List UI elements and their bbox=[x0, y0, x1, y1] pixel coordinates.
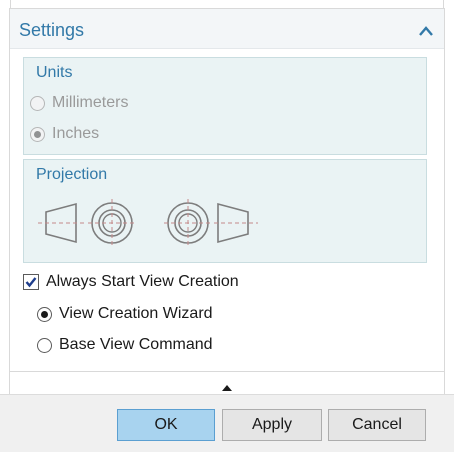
third-angle-projection-icon bbox=[164, 199, 258, 247]
inches-label: Inches bbox=[52, 125, 100, 142]
settings-panel: Settings Units Millimeters Inches Projec… bbox=[9, 8, 445, 372]
inches-option[interactable]: Inches bbox=[30, 122, 99, 146]
view-creation-wizard-label: View Creation Wizard bbox=[59, 305, 213, 322]
view-creation-wizard-radio[interactable] bbox=[37, 306, 52, 322]
projection-title: Projection bbox=[36, 166, 108, 183]
base-view-command-radio[interactable] bbox=[37, 337, 52, 353]
dialog-button-bar: OK Apply Cancel bbox=[0, 394, 454, 452]
more-options-expander bbox=[9, 372, 445, 394]
projection-group: Projection bbox=[23, 159, 427, 263]
first-angle-projection-button[interactable] bbox=[36, 198, 148, 248]
settings-title: Settings bbox=[19, 20, 85, 40]
panel-top-strip bbox=[10, 0, 444, 8]
first-angle-projection-icon bbox=[38, 199, 136, 247]
ok-button[interactable]: OK bbox=[117, 409, 215, 441]
third-angle-projection-button[interactable] bbox=[158, 198, 270, 248]
base-view-command-label: Base View Command bbox=[59, 336, 213, 353]
apply-button[interactable]: Apply bbox=[222, 409, 322, 441]
chevron-up-icon[interactable] bbox=[418, 24, 434, 36]
cancel-button[interactable]: Cancel bbox=[328, 409, 426, 441]
view-creation-wizard-option[interactable]: View Creation Wizard bbox=[37, 302, 213, 326]
drawing-settings-dialog: Settings Units Millimeters Inches Projec… bbox=[0, 0, 454, 452]
checkmark-icon bbox=[25, 277, 37, 288]
units-title: Units bbox=[36, 64, 73, 81]
triangle-up-icon[interactable] bbox=[221, 379, 233, 391]
units-group: Units Millimeters Inches bbox=[23, 57, 427, 155]
millimeters-label: Millimeters bbox=[52, 94, 129, 111]
always-start-option[interactable]: Always Start View Creation bbox=[23, 271, 239, 293]
always-start-label: Always Start View Creation bbox=[46, 273, 239, 290]
settings-header[interactable]: Settings bbox=[10, 9, 444, 49]
millimeters-radio[interactable] bbox=[30, 95, 45, 111]
base-view-command-option[interactable]: Base View Command bbox=[37, 333, 213, 357]
inches-radio[interactable] bbox=[30, 126, 45, 142]
always-start-checkbox[interactable] bbox=[23, 274, 39, 290]
millimeters-option[interactable]: Millimeters bbox=[30, 91, 128, 115]
